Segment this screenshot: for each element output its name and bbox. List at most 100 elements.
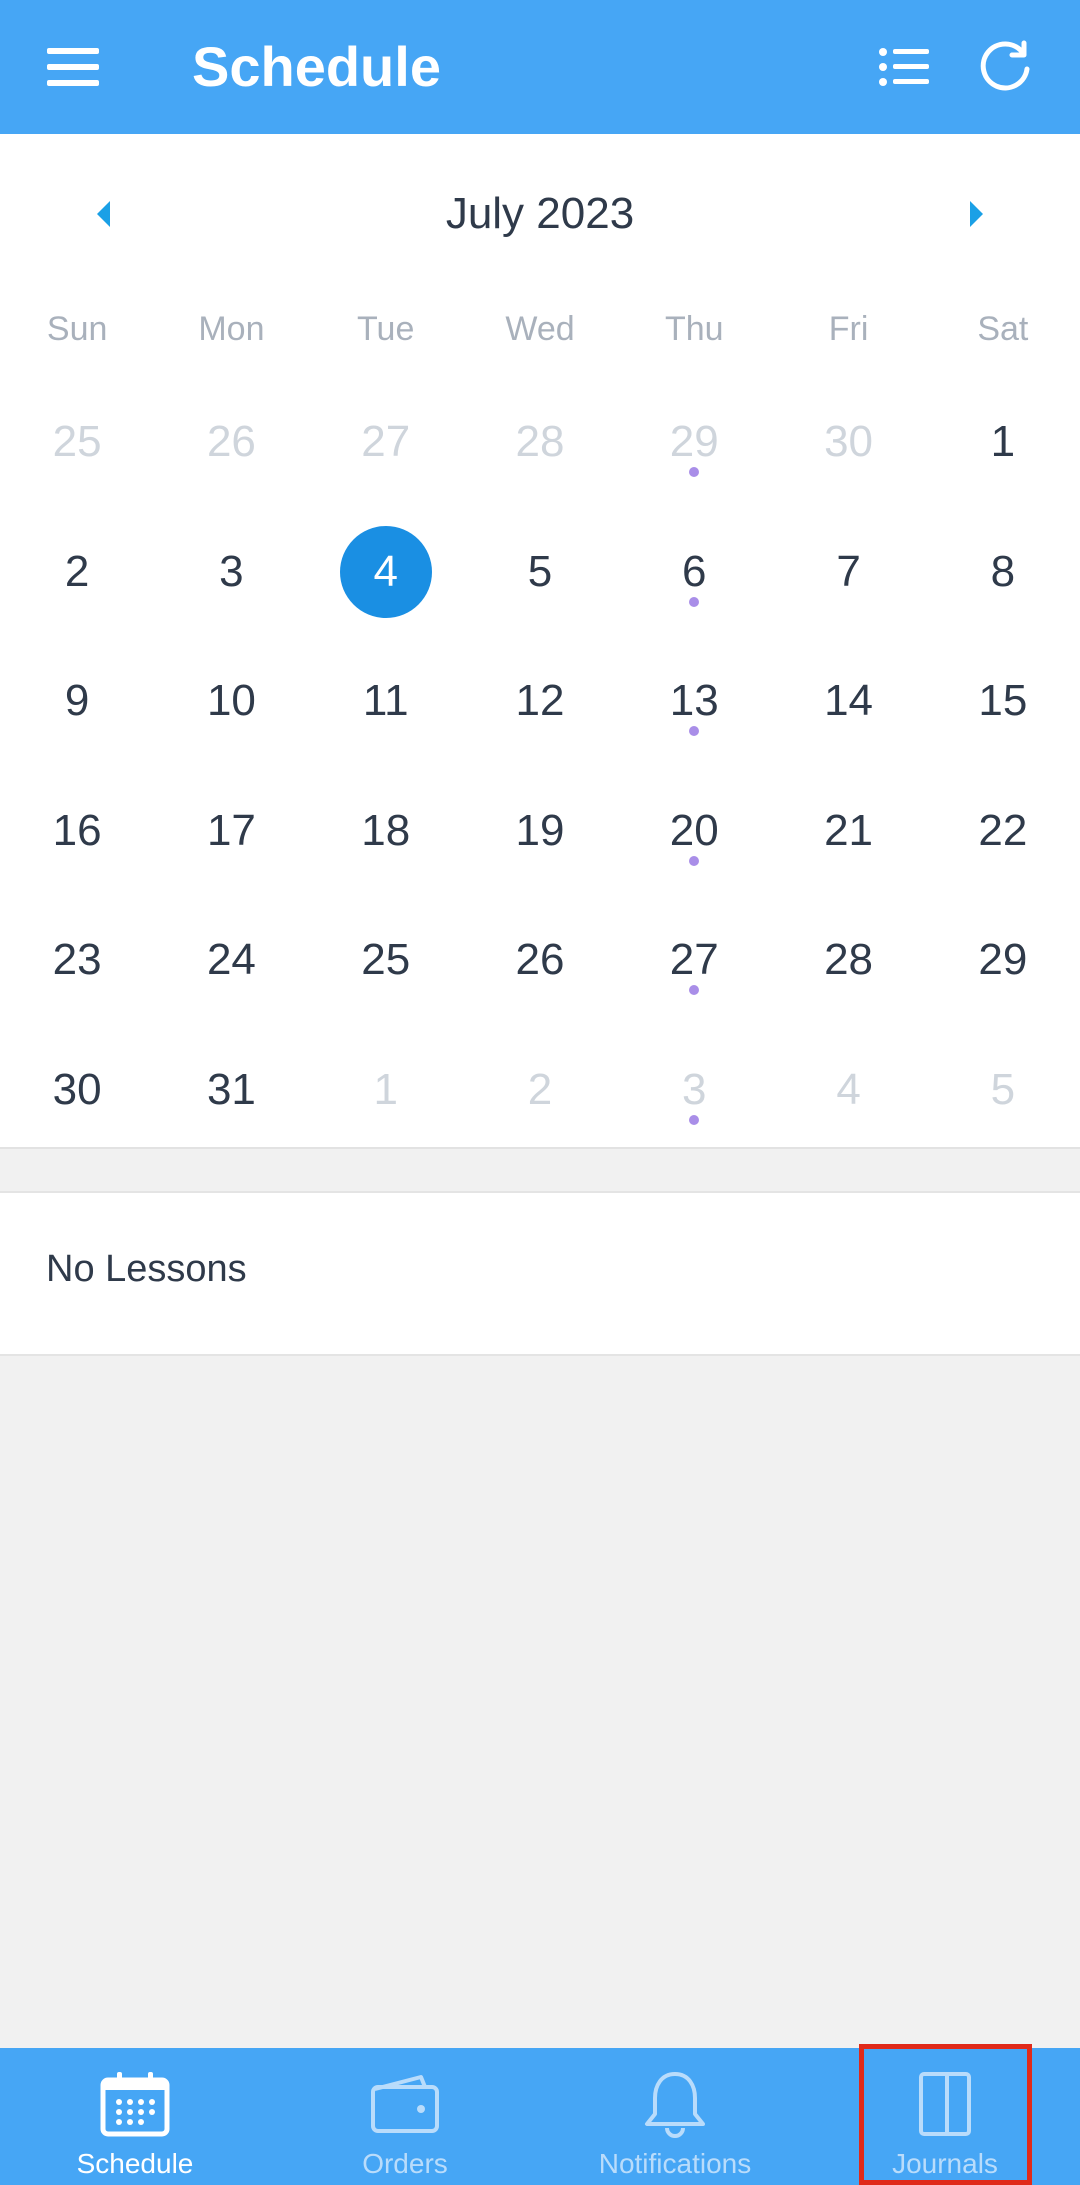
day-cell[interactable]: 25 bbox=[0, 376, 154, 506]
day-cell[interactable]: 5 bbox=[463, 506, 617, 636]
day-cell[interactable]: 14 bbox=[771, 635, 925, 765]
day-cell[interactable]: 15 bbox=[926, 635, 1080, 765]
calendar-icon bbox=[95, 2064, 175, 2144]
day-cell[interactable]: 9 bbox=[0, 635, 154, 765]
event-dot bbox=[689, 855, 700, 866]
previous-month-button[interactable] bbox=[59, 174, 149, 254]
weekday-label: Sun bbox=[46, 310, 108, 348]
day-cell[interactable]: 26 bbox=[154, 376, 308, 506]
day-number: 28 bbox=[515, 417, 565, 466]
day-cell[interactable]: 30 bbox=[0, 1024, 154, 1154]
weekday-label: Thu bbox=[664, 310, 724, 348]
day-cell[interactable]: 12 bbox=[463, 635, 617, 765]
day-cell[interactable]: 28 bbox=[771, 894, 925, 1024]
day-number: 10 bbox=[206, 676, 256, 725]
day-cell[interactable]: 22 bbox=[926, 765, 1080, 895]
refresh-icon bbox=[980, 40, 1030, 91]
journal-icon bbox=[905, 2064, 985, 2144]
day-cell[interactable]: 29 bbox=[617, 376, 771, 506]
day-cell[interactable]: 24 bbox=[154, 894, 308, 1024]
nav-label: Orders bbox=[362, 2148, 448, 2179]
day-cell[interactable]: 4 bbox=[771, 1024, 925, 1154]
nav-notifications[interactable]: Notifications bbox=[540, 2048, 810, 2185]
day-cell[interactable]: 28 bbox=[463, 376, 617, 506]
day-cell[interactable]: 3 bbox=[154, 506, 308, 636]
day-number: 19 bbox=[515, 805, 565, 855]
day-cell[interactable]: 25 bbox=[309, 894, 463, 1024]
day-cell[interactable]: 23 bbox=[0, 894, 154, 1024]
nav-label: Notifications bbox=[598, 2148, 752, 2179]
day-cell[interactable]: 27 bbox=[617, 894, 771, 1024]
day-cell[interactable]: 6 bbox=[617, 506, 771, 636]
day-number: 30 bbox=[824, 417, 874, 466]
nav-schedule[interactable]: Schedule bbox=[0, 2048, 270, 2185]
day-cell[interactable]: 2 bbox=[463, 1024, 617, 1154]
day-number: 22 bbox=[978, 805, 1028, 855]
day-number: 1 bbox=[373, 1064, 398, 1114]
app-header: Schedule bbox=[0, 0, 1080, 134]
menu-button[interactable] bbox=[23, 17, 123, 117]
day-number: 23 bbox=[52, 935, 102, 984]
day-cell[interactable]: 13 bbox=[617, 635, 771, 765]
caret-right-icon bbox=[970, 201, 983, 227]
weekday-label: Sat bbox=[977, 310, 1029, 348]
day-number: 26 bbox=[515, 935, 565, 984]
next-month-button[interactable] bbox=[931, 174, 1021, 254]
bell-icon bbox=[635, 2064, 715, 2144]
day-number: 18 bbox=[361, 805, 411, 855]
day-number: 30 bbox=[52, 1064, 102, 1114]
selected-day-cell[interactable]: 4 bbox=[309, 506, 463, 636]
month-title: July 2023 bbox=[445, 189, 635, 238]
day-number: 27 bbox=[361, 417, 411, 466]
refresh-button[interactable] bbox=[955, 17, 1055, 117]
days-grid: 25 26 27 28 29 30 1 2 3 4 5 6 7 8 9 10 11 12 13 14 15 16 17 18 1… bbox=[0, 376, 1080, 1153]
day-cell[interactable]: 17 bbox=[154, 765, 308, 895]
day-number: 29 bbox=[978, 935, 1028, 984]
day-cell[interactable]: 19 bbox=[463, 765, 617, 895]
day-cell[interactable]: 2 bbox=[0, 506, 154, 636]
day-cell[interactable]: 3 bbox=[617, 1024, 771, 1154]
day-number: 5 bbox=[990, 1064, 1016, 1114]
day-cell[interactable]: 26 bbox=[463, 894, 617, 1024]
nav-orders[interactable]: Orders bbox=[270, 2048, 540, 2185]
weekday-label: Fri bbox=[828, 310, 869, 348]
day-cell[interactable]: 16 bbox=[0, 765, 154, 895]
nav-label: Journals bbox=[892, 2148, 998, 2179]
day-number: 15 bbox=[978, 676, 1028, 725]
day-cell[interactable]: 10 bbox=[154, 635, 308, 765]
weekday-label: Mon bbox=[198, 310, 265, 348]
day-cell[interactable]: 27 bbox=[309, 376, 463, 506]
day-cell[interactable]: 1 bbox=[926, 376, 1080, 506]
page-title: Schedule bbox=[192, 35, 441, 98]
day-cell[interactable]: 21 bbox=[771, 765, 925, 895]
hamburger-menu-icon bbox=[47, 48, 99, 86]
lessons-panel: No Lessons bbox=[0, 1191, 1080, 1356]
day-number: 7 bbox=[836, 546, 861, 596]
day-number: 3 bbox=[219, 546, 244, 596]
day-number: 31 bbox=[206, 1064, 256, 1114]
day-cell[interactable]: 30 bbox=[771, 376, 925, 506]
wallet-icon bbox=[365, 2064, 445, 2144]
day-cell[interactable]: 11 bbox=[309, 635, 463, 765]
day-cell[interactable]: 8 bbox=[926, 506, 1080, 636]
day-cell[interactable]: 18 bbox=[309, 765, 463, 895]
day-cell[interactable]: 1 bbox=[309, 1024, 463, 1154]
day-number: 4 bbox=[836, 1064, 861, 1114]
day-cell[interactable]: 29 bbox=[926, 894, 1080, 1024]
day-cell[interactable]: 7 bbox=[771, 506, 925, 636]
day-number: 26 bbox=[206, 417, 256, 466]
nav-journals[interactable]: Journals bbox=[810, 2048, 1080, 2185]
no-lessons-text: No Lessons bbox=[46, 1248, 247, 1290]
list-view-button[interactable] bbox=[854, 17, 954, 117]
day-cell[interactable]: 20 bbox=[617, 765, 771, 895]
day-cell[interactable]: 5 bbox=[926, 1024, 1080, 1154]
day-number: 11 bbox=[362, 676, 409, 725]
day-number: 21 bbox=[824, 805, 874, 855]
day-number: 5 bbox=[527, 546, 553, 596]
bottom-navigation: Schedule Orders Notifications Journals bbox=[0, 2048, 1080, 2185]
day-cell[interactable]: 31 bbox=[154, 1024, 308, 1154]
day-number: 25 bbox=[52, 417, 102, 466]
day-number: 8 bbox=[990, 546, 1016, 596]
list-icon bbox=[879, 48, 929, 86]
event-dot bbox=[689, 726, 700, 736]
